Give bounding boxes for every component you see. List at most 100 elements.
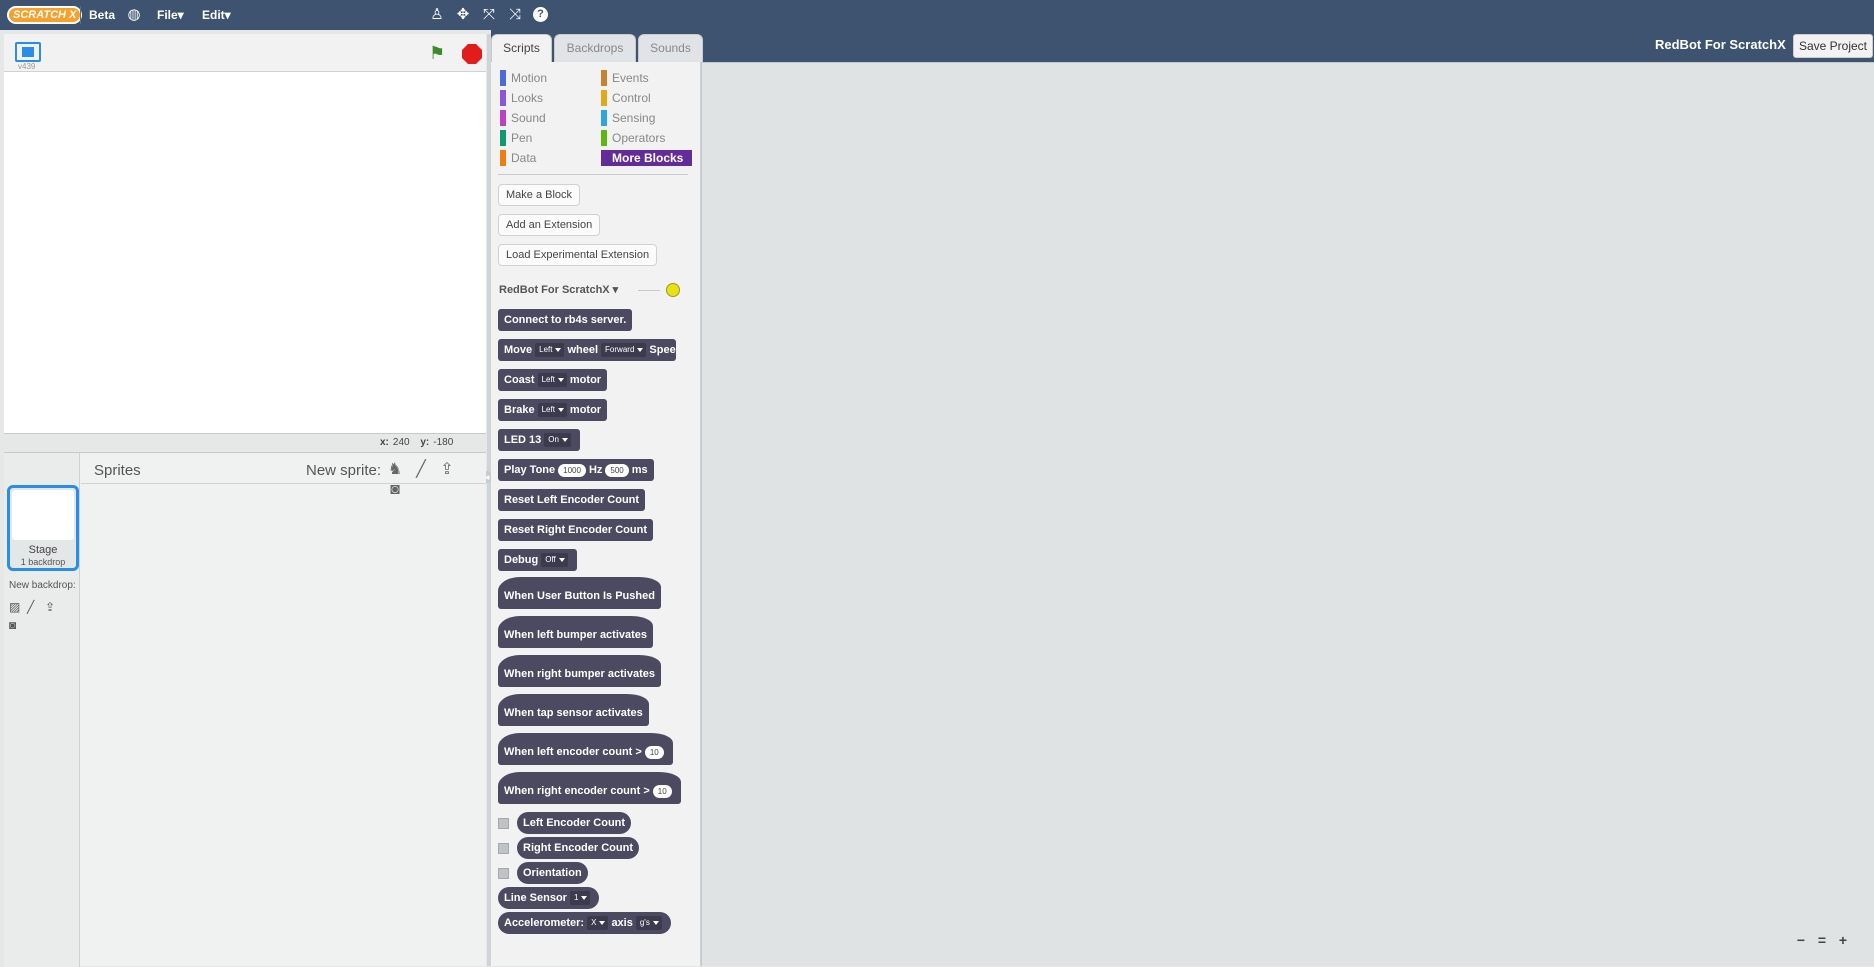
category-looks[interactable]: Looks xyxy=(500,90,543,106)
axis-dropdown[interactable]: X xyxy=(587,916,609,931)
reporter-line-sensor[interactable]: Line Sensor 1 xyxy=(498,887,600,909)
shrink-icon[interactable]: ⤨ xyxy=(506,6,524,24)
block-text: Orientation xyxy=(523,867,582,879)
menu-bar: SCRATCH X Beta ◍ File▾ Edit▾ ♙ ✥ ⤧ ⤨ ? xyxy=(0,0,1874,30)
unit-dropdown[interactable]: g's xyxy=(635,916,662,931)
wheel-dropdown[interactable]: Left xyxy=(535,343,565,358)
scripts-area[interactable] xyxy=(701,62,1874,966)
reporter-orientation[interactable]: Orientation xyxy=(517,862,588,884)
zoom-in-icon[interactable]: + xyxy=(1833,931,1853,949)
hat-right-encoder[interactable]: When right encoder count >10 xyxy=(498,772,681,804)
reporter-right-encoder[interactable]: Right Encoder Count xyxy=(517,837,639,859)
zoom-out-icon[interactable]: − xyxy=(1791,931,1811,949)
stage-label: Stage xyxy=(28,544,58,556)
paint-brush-icon[interactable]: ╱ xyxy=(27,600,43,614)
duration-input[interactable]: 500 xyxy=(605,463,629,477)
upload-icon[interactable]: ⇪ xyxy=(45,600,61,614)
tab-scripts[interactable]: Scripts xyxy=(491,34,552,62)
fullscreen-icon[interactable] xyxy=(15,42,41,62)
block-move-wheel[interactable]: Move Left wheel Forward Spee xyxy=(498,339,676,361)
block-brake[interactable]: Brake Left motor xyxy=(498,399,608,421)
zoom-reset-icon[interactable]: = xyxy=(1812,931,1832,949)
divider xyxy=(80,6,81,24)
direction-dropdown[interactable]: Forward xyxy=(601,343,647,358)
sprite-tools: ♞ ╱ ⇪◙ xyxy=(384,460,486,500)
sprite-library: Stage 1 backdrop New backdrop: ▨ ╱ ⇪◙ Spri… xyxy=(4,452,486,967)
grow-icon[interactable]: ⤧ xyxy=(480,6,498,24)
stage-thumbnail[interactable]: Stage 1 backdrop xyxy=(7,485,79,571)
category-motion[interactable]: Motion xyxy=(500,70,547,86)
green-flag-icon[interactable]: ⚑ xyxy=(429,43,451,63)
motor-dropdown[interactable]: Left xyxy=(537,403,567,418)
frequency-input[interactable]: 1000 xyxy=(558,463,586,477)
block-text: When left bumper activates xyxy=(504,629,648,641)
save-project-button[interactable]: Save Project xyxy=(1793,34,1873,58)
block-reset-left-encoder[interactable]: Reset Left Encoder Count xyxy=(498,489,646,511)
block-reset-right-encoder[interactable]: Reset Right Encoder Count xyxy=(498,519,654,541)
paint-brush-icon[interactable]: ╱ xyxy=(410,460,432,480)
category-pen[interactable]: Pen xyxy=(500,130,532,146)
upload-icon[interactable]: ⇪ xyxy=(436,460,458,480)
add-extension-button[interactable]: Add an Extension xyxy=(498,214,601,236)
block-text: Right Encoder Count xyxy=(523,842,633,854)
hat-left-bumper[interactable]: When left bumper activates xyxy=(498,616,654,648)
stage-preview xyxy=(12,490,74,540)
reporter-left-encoder[interactable]: Left Encoder Count xyxy=(517,812,632,834)
block-text: Play Tone xyxy=(504,464,556,476)
category-operators[interactable]: Operators xyxy=(601,130,665,146)
category-sensing[interactable]: Sensing xyxy=(601,110,655,126)
block-text: axis xyxy=(611,917,633,929)
globe-icon[interactable]: ◍ xyxy=(125,6,143,24)
watcher-checkbox[interactable] xyxy=(498,818,509,829)
help-icon[interactable]: ? xyxy=(533,7,548,22)
file-menu[interactable]: File▾ xyxy=(157,8,184,22)
new-sprite-label: New sprite: xyxy=(306,462,382,479)
led-state-dropdown[interactable]: On xyxy=(544,433,571,448)
camera-icon[interactable]: ◙ xyxy=(9,618,25,632)
scratchx-logo[interactable]: SCRATCH X xyxy=(7,6,83,24)
block-connect[interactable]: Connect to rb4s server. xyxy=(498,309,633,331)
encoder-threshold-input[interactable]: 10 xyxy=(652,784,672,798)
block-play-tone[interactable]: Play Tone 1000 Hz 500 ms xyxy=(498,459,654,481)
stop-icon[interactable] xyxy=(462,44,482,64)
cut-icon[interactable]: ✥ xyxy=(454,6,472,24)
block-led[interactable]: LED 13 On xyxy=(498,429,580,451)
block-text: When left encoder count > xyxy=(504,746,642,758)
hat-tap-sensor[interactable]: When tap sensor activates xyxy=(498,694,649,726)
block-coast[interactable]: Coast Left motor xyxy=(498,369,608,391)
block-text: motor xyxy=(569,374,602,386)
block-text: Reset Right Encoder Count xyxy=(504,524,648,536)
category-more-blocks[interactable]: More Blocks xyxy=(601,150,692,166)
category-data[interactable]: Data xyxy=(500,150,536,166)
category-control[interactable]: Control xyxy=(601,90,651,106)
duplicate-stamp-icon[interactable]: ♙ xyxy=(428,6,446,24)
motor-dropdown[interactable]: Left xyxy=(537,373,567,388)
stage-header: v439 ⚑ xyxy=(4,34,486,72)
extension-menu[interactable]: RedBot For ScratchX ▾ xyxy=(499,283,618,296)
watcher-checkbox[interactable] xyxy=(498,843,509,854)
hat-right-bumper[interactable]: When right bumper activates xyxy=(498,655,661,687)
version-label: v439 xyxy=(18,62,36,71)
backdrop-library-icon[interactable]: ▨ xyxy=(9,600,25,614)
category-sound[interactable]: Sound xyxy=(500,110,546,126)
stage-column: Stage 1 backdrop New backdrop: ▨ ╱ ⇪ ◙ xyxy=(4,453,80,967)
edit-menu[interactable]: Edit▾ xyxy=(202,8,231,22)
category-events[interactable]: Events xyxy=(601,70,649,86)
make-a-block-button[interactable]: Make a Block xyxy=(498,184,581,206)
tab-sounds[interactable]: Sounds xyxy=(638,34,703,62)
stage-canvas[interactable] xyxy=(4,72,486,434)
sprites-title: Sprites xyxy=(94,462,141,479)
block-debug[interactable]: Debug Off xyxy=(498,549,577,571)
tab-backdrops[interactable]: Backdrops xyxy=(554,34,636,62)
hat-user-button[interactable]: When User Button Is Pushed xyxy=(498,577,661,609)
block-text: Accelerometer: xyxy=(504,917,585,929)
sprite-library-icon[interactable]: ♞ xyxy=(384,460,406,480)
encoder-threshold-input[interactable]: 10 xyxy=(644,745,664,759)
sensor-dropdown[interactable]: 1 xyxy=(569,891,591,906)
load-experimental-extension-button[interactable]: Load Experimental Extension xyxy=(498,244,658,266)
debug-dropdown[interactable]: Off xyxy=(541,553,568,568)
reporter-accelerometer[interactable]: Accelerometer: Xaxis g's xyxy=(498,912,671,934)
block-text: Debug xyxy=(504,554,539,566)
watcher-checkbox[interactable] xyxy=(498,868,509,879)
hat-left-encoder[interactable]: When left encoder count >10 xyxy=(498,733,673,765)
